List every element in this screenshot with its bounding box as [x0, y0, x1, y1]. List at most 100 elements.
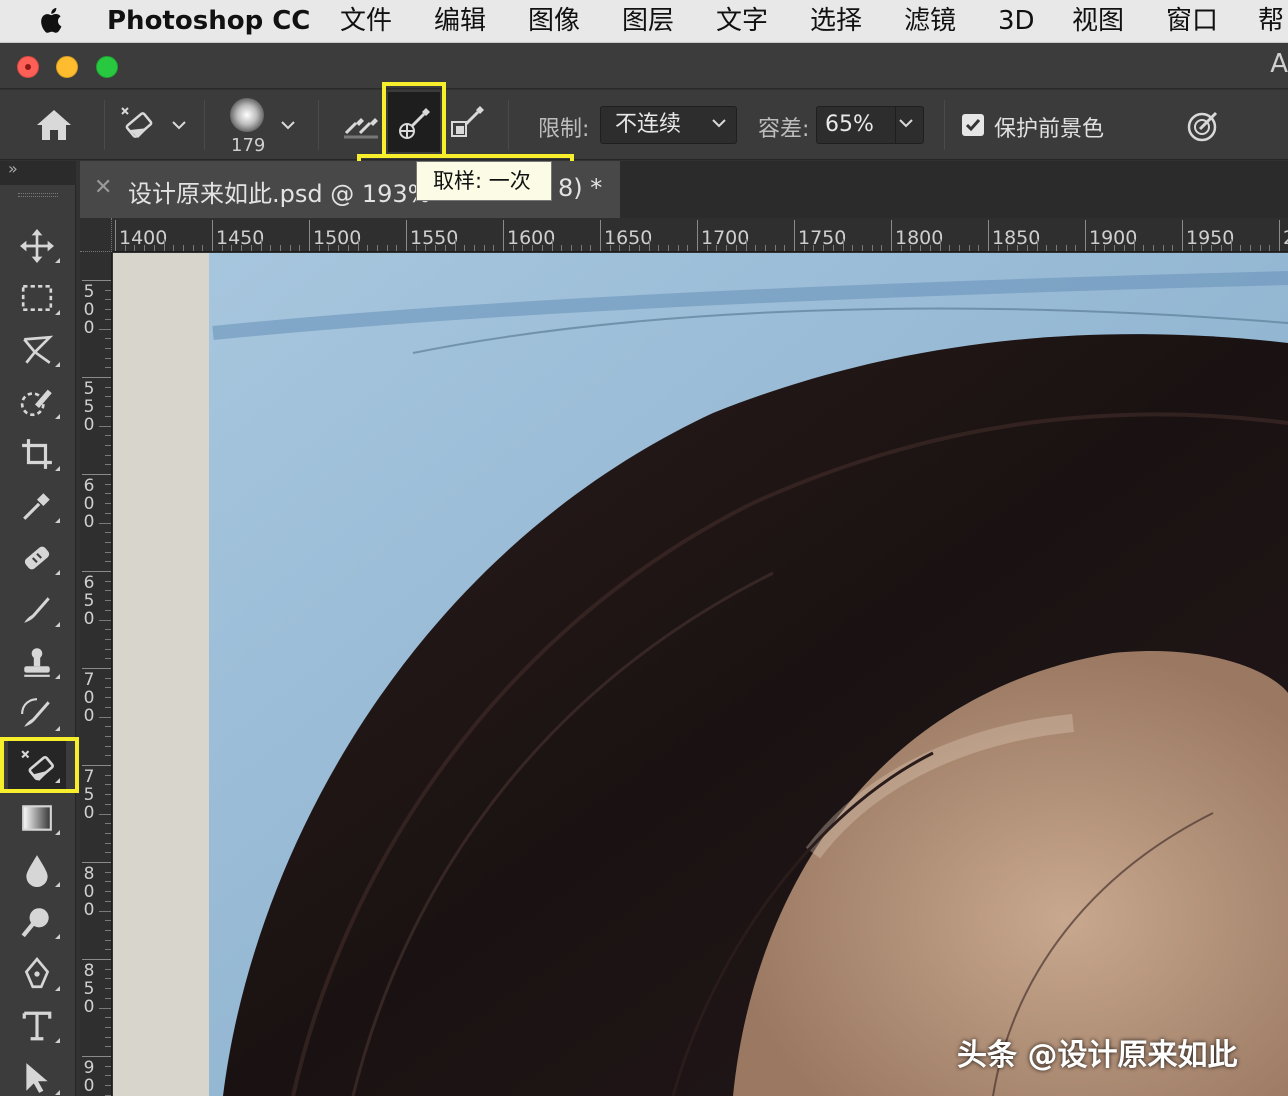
menu-filter[interactable]: 滤镜 — [904, 0, 956, 43]
menu-edit[interactable]: 编辑 — [434, 0, 486, 43]
ruler-minor-tick — [580, 245, 582, 251]
ruler-label: 600 — [83, 476, 95, 532]
tool-gradient[interactable] — [8, 793, 66, 843]
menu-image[interactable]: 图像 — [528, 0, 580, 43]
ruler-minor-tick — [1123, 245, 1125, 251]
ruler-minor-tick — [105, 357, 111, 359]
sampling-background-swatch-icon[interactable] — [450, 106, 486, 142]
ruler-minor-tick — [745, 239, 747, 251]
tool-lasso[interactable] — [8, 325, 66, 375]
apple-icon[interactable] — [36, 4, 68, 38]
menu-view[interactable]: 视图 — [1072, 0, 1124, 43]
watermark-text: 头条 @设计原来如此 — [957, 1038, 1238, 1073]
menu-type[interactable]: 文字 — [716, 0, 768, 43]
minimize-window-button[interactable] — [56, 56, 78, 78]
tool-blur[interactable] — [8, 845, 66, 895]
chevron-down-icon[interactable] — [172, 120, 186, 130]
close-tab-icon[interactable]: ✕ — [94, 175, 112, 200]
ruler-minor-tick — [105, 697, 111, 699]
dodge-icon — [21, 908, 49, 938]
ruler-minor-tick — [386, 245, 388, 251]
divider — [318, 100, 319, 150]
path-selection-icon — [26, 1063, 48, 1093]
background-eraser-preset-icon[interactable] — [116, 104, 156, 144]
ruler-minor-tick — [99, 813, 111, 815]
tool-brush[interactable] — [8, 585, 66, 635]
ruler-minor-tick — [105, 483, 111, 485]
divider — [104, 100, 105, 150]
ruler-minor-tick — [99, 716, 111, 718]
tool-quick-selection[interactable] — [8, 377, 66, 427]
menu-file[interactable]: 文件 — [340, 0, 392, 43]
ruler-minor-tick — [706, 245, 708, 251]
limits-value: 不连续 — [615, 112, 682, 137]
sampling-continuous-icon[interactable] — [342, 107, 382, 141]
tolerance-label: 容差: — [758, 117, 810, 142]
ruler-minor-tick — [1133, 239, 1135, 251]
tool-healing-brush[interactable] — [8, 533, 66, 583]
ruler-minor-tick — [105, 318, 111, 320]
menu-3d[interactable]: 3D — [998, 0, 1035, 43]
ruler-minor-tick — [105, 551, 111, 553]
ruler-minor-tick — [153, 245, 155, 251]
brush-tip-preview[interactable] — [230, 98, 264, 132]
ruler-minor-tick — [522, 245, 524, 251]
ruler-major-tick — [697, 220, 698, 251]
menu-layer[interactable]: 图层 — [622, 0, 674, 43]
ruler-minor-tick — [823, 245, 825, 251]
protect-foreground-checkbox[interactable] — [962, 114, 984, 136]
ruler-minor-tick — [1269, 245, 1271, 251]
ruler-origin[interactable] — [80, 218, 112, 252]
tool-pen[interactable] — [8, 949, 66, 999]
horizontal-ruler[interactable]: 1400 1450 1500 1550 1600 1650 1700 1750 1800 1850… — [112, 218, 1288, 252]
tolerance-field[interactable]: 65% — [816, 106, 924, 144]
zoom-window-button[interactable] — [96, 56, 118, 78]
active-tool-highlight — [0, 737, 79, 793]
vertical-ruler[interactable]: 500 550 600 650 700 750 800 850 90 — [80, 252, 112, 1096]
ruler-minor-tick — [105, 803, 111, 805]
tool-dodge[interactable] — [8, 897, 66, 947]
ruler-label: 500 — [83, 282, 95, 338]
tool-type[interactable] — [8, 1001, 66, 1051]
close-window-button[interactable] — [17, 56, 39, 78]
menu-app-name[interactable]: Photoshop CC — [107, 0, 310, 43]
ruler-minor-tick — [1104, 245, 1106, 251]
tool-history-brush[interactable] — [8, 689, 66, 739]
limits-dropdown[interactable]: 不连续 — [600, 106, 737, 144]
tool-clone-stamp[interactable] — [8, 637, 66, 687]
ruler-major-tick — [82, 377, 111, 378]
menu-help[interactable]: 帮 — [1258, 0, 1284, 43]
ruler-minor-tick — [328, 245, 330, 251]
close-dot-icon — [25, 64, 31, 70]
tool-eyedropper[interactable] — [8, 481, 66, 531]
ruler-minor-tick — [105, 794, 111, 796]
chevron-down-icon — [899, 119, 913, 128]
ruler-minor-tick — [570, 245, 572, 251]
ruler-minor-tick — [1152, 245, 1154, 251]
tool-path-selection[interactable] — [8, 1053, 66, 1096]
tool-move[interactable] — [8, 221, 66, 271]
tool-marquee[interactable] — [8, 273, 66, 323]
ruler-minor-tick — [444, 245, 446, 251]
ruler-minor-tick — [134, 245, 136, 251]
document-canvas[interactable] — [113, 253, 1288, 1096]
pressure-size-icon[interactable] — [1186, 107, 1222, 143]
ruler-minor-tick — [105, 406, 111, 408]
quick-selection-icon — [20, 389, 52, 417]
chevron-down-icon[interactable] — [281, 120, 295, 130]
menu-select[interactable]: 选择 — [810, 0, 862, 43]
tool-crop[interactable] — [8, 429, 66, 479]
ruler-minor-tick — [1201, 245, 1203, 251]
ruler-label: 700 — [83, 670, 95, 726]
ruler-minor-tick — [1259, 245, 1261, 251]
ruler-minor-tick — [968, 245, 970, 251]
ruler-minor-tick — [871, 245, 873, 251]
panel-grip[interactable] — [18, 193, 58, 197]
panel-collapse-strip[interactable]: » — [0, 159, 76, 185]
menu-window[interactable]: 窗口 — [1166, 0, 1218, 43]
ruler-minor-tick — [105, 677, 111, 679]
home-icon[interactable] — [34, 108, 74, 142]
ruler-minor-tick — [105, 561, 111, 563]
ruler-minor-tick — [192, 245, 194, 251]
protect-foreground-label: 保护前景色 — [994, 117, 1105, 142]
